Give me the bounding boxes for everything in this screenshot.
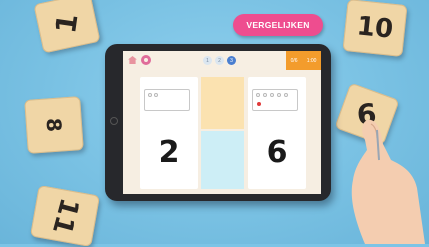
title-sticker: VERGELIJKEN [233, 14, 323, 36]
app-topbar: 1 2 3 0/6 1:00 [123, 51, 321, 70]
left-number-card[interactable]: 2 [140, 77, 198, 189]
wooden-tile-top-right: 10 [342, 0, 408, 57]
right-dot-frame [252, 89, 298, 111]
left-dot-frame [144, 89, 190, 111]
dot [148, 93, 152, 97]
dot [154, 93, 158, 97]
home-icon[interactable] [128, 56, 137, 64]
dot [263, 93, 267, 97]
dot [284, 93, 288, 97]
progress-indicator: 1 2 3 [203, 56, 236, 65]
score-panel: 0/6 1:00 [286, 51, 321, 70]
hand-illustration [351, 119, 425, 244]
right-number-card[interactable]: 6 [248, 77, 306, 189]
right-number: 6 [266, 135, 288, 170]
photo-background: 1 10 8 11 6 VERGELIJKEN 1 2 3 0/6 1:00 2… [0, 0, 429, 247]
comparison-drop-zone[interactable] [201, 131, 244, 189]
wooden-tile-middle-left: 8 [24, 96, 84, 154]
sticker-label: VERGELIJKEN [246, 20, 310, 30]
home-button[interactable] [110, 117, 118, 125]
tile-number: 10 [355, 11, 395, 45]
settings-icon[interactable] [141, 55, 151, 65]
left-number: 2 [158, 135, 180, 170]
dot [277, 93, 281, 97]
dot-filled [257, 102, 261, 106]
comparison-sign-slot[interactable] [201, 77, 244, 129]
tablet-device: 1 2 3 0/6 1:00 2 6 [105, 44, 331, 201]
tile-number: 11 [45, 194, 85, 238]
timer: 1:00 [306, 57, 317, 64]
dot [270, 93, 274, 97]
app-screen: 1 2 3 0/6 1:00 2 6 [123, 51, 321, 194]
wooden-tile-top-left: 1 [33, 0, 101, 54]
progress-step: 2 [215, 56, 224, 65]
tile-number: 8 [41, 117, 67, 133]
progress-step-active: 3 [227, 56, 236, 65]
dot [256, 93, 260, 97]
score-left: 0/6 [290, 57, 298, 64]
tile-number: 1 [49, 11, 85, 35]
progress-step: 1 [203, 56, 212, 65]
wooden-tile-bottom-left: 11 [29, 185, 101, 247]
